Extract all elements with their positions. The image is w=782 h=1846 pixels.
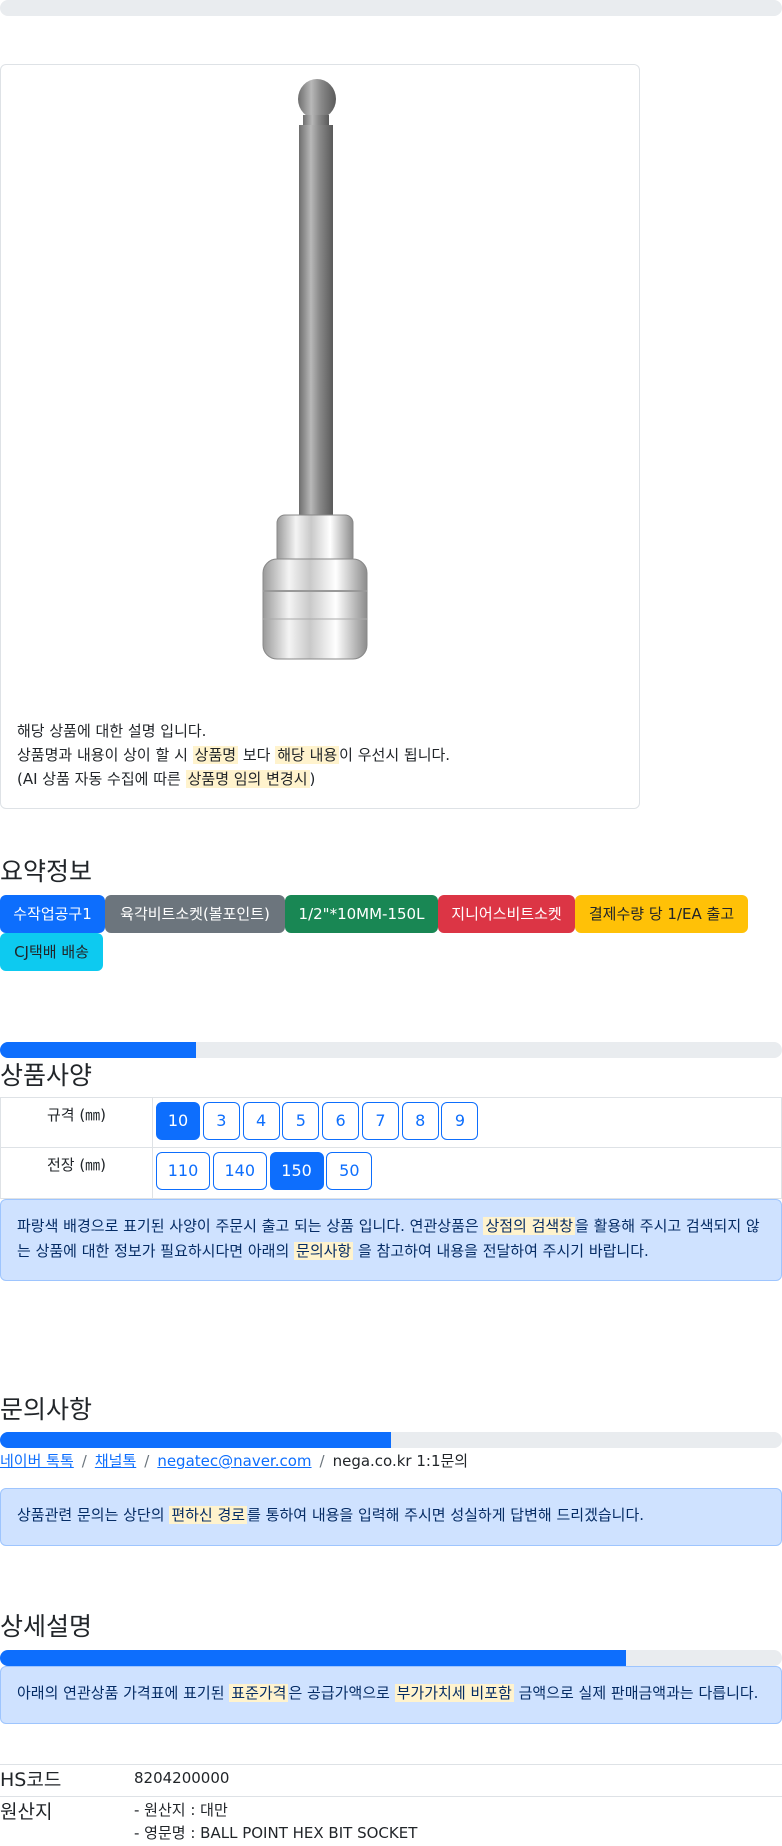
info-row-origin: 원산지 - 원산지 : 대만 - 영문명 : BALL POINT HEX BI… [0,1796,782,1846]
detail-progress-bar [0,1650,782,1666]
spec-notice: 파랑색 배경으로 표기된 사양이 주문시 출고 되는 상품 입니다. 연관상품은… [0,1199,782,1281]
inquiry-notice: 상품관련 문의는 상단의 편하신 경로 를 통하여 내용을 입력해 주시면 성실하… [0,1488,782,1546]
description-line-3: (AI 상품 자동 수집에 따른 상품명 임의 변경시) [17,770,316,788]
info-row-hs-code: HS코드 8204200000 [0,1764,782,1796]
badge-product-type: 육각비트소켓(볼포인트) [105,895,285,933]
hs-code-value: 8204200000 [134,1769,230,1787]
inquiry-channels: 네이버 톡톡 / 채널톡 / negatec@naver.com / nega.co.kr … [0,1450,468,1471]
separator: / [144,1452,150,1470]
origin-country: - 원산지 : 대만 [134,1801,228,1819]
inquiry-site-text: nega.co.kr 1:1문의 [332,1452,469,1470]
highlight-store-search: 상점의 검색창 [483,1217,576,1235]
product-card: 해당 상품에 대한 설명 입니다. 상품명과 내용이 상이 할 시 상품명 보다… [0,64,640,809]
highlight-convenient-route: 편하신 경로 [169,1506,248,1524]
origin-english-name: - 영문명 : BALL POINT HEX BIT SOCKET [134,1824,418,1842]
length-option-50[interactable]: 50 [326,1152,373,1190]
size-options: 10 3 4 5 6 7 8 9 [156,1102,479,1140]
badge-shipping: CJ택배 배송 [0,933,103,971]
link-naver-talktalk[interactable]: 네이버 톡톡 [0,1452,74,1470]
separator: / [319,1452,325,1470]
highlight-product-name: 상품명 [192,746,239,764]
origin-label: 원산지 [0,1801,53,1823]
highlight-name-change: 상품명 임의 변경시 [185,770,310,788]
size-option-5[interactable]: 5 [282,1102,320,1140]
size-option-4[interactable]: 4 [242,1102,280,1140]
detail-notice: 아래의 연관상품 가격표에 표기된 표준가격 은 공급가액으로 부가가치세 비포함… [0,1666,782,1724]
spec-label-length: 전장 (㎜) [1,1148,153,1198]
badge-brand: 지니어스비트소켓 [438,895,575,933]
spec-row-size: 규격 (㎜) 10 3 4 5 6 7 8 9 [0,1097,782,1148]
spec-progress-bar [0,1042,782,1058]
length-options: 110 140 150 50 [156,1152,373,1190]
description-line-2: 상품명과 내용이 상이 할 시 상품명 보다 해당 내용 이 우선시 됩니다. [17,746,451,764]
size-option-7[interactable]: 7 [361,1102,399,1140]
top-progress-bar [0,0,782,16]
separator: / [81,1452,87,1470]
highlight-content: 해당 내용 [275,746,340,764]
spec-title: 상품사양 [0,1061,93,1090]
size-option-3[interactable]: 3 [202,1102,240,1140]
badge-category: 수작업공구1 [0,895,105,933]
description-line-1: 해당 상품에 대한 설명 입니다. [17,722,207,740]
length-option-150[interactable]: 150 [269,1152,324,1190]
inquiry-progress-bar [0,1432,782,1448]
size-option-10[interactable]: 10 [156,1102,200,1140]
summary-title: 요약정보 [0,857,93,886]
origin-value: - 원산지 : 대만 - 영문명 : BALL POINT HEX BIT SO… [134,1799,417,1845]
highlight-vat-excluded: 부가가치세 비포함 [394,1684,514,1702]
detail-title: 상세설명 [0,1612,93,1641]
badge-quantity: 결제수량 당 1/EA 출고 [575,895,748,933]
product-image [262,79,368,660]
length-option-140[interactable]: 140 [212,1152,267,1190]
inquiry-progress-fill [0,1432,391,1448]
size-option-8[interactable]: 8 [401,1102,439,1140]
detail-progress-fill [0,1650,626,1666]
spec-row-length: 전장 (㎜) 110 140 150 50 [0,1148,782,1199]
size-option-9[interactable]: 9 [441,1102,479,1140]
highlight-standard-price: 표준가격 [229,1684,289,1702]
badge-spec: 1/2"*10MM-150L [285,895,438,933]
link-channel-talk[interactable]: 채널톡 [95,1452,136,1470]
link-email[interactable]: negatec@naver.com [157,1452,311,1470]
spec-label-size: 규격 (㎜) [1,1098,153,1147]
size-option-6[interactable]: 6 [322,1102,360,1140]
product-description: 해당 상품에 대한 설명 입니다. 상품명과 내용이 상이 할 시 상품명 보다… [17,719,450,791]
highlight-inquiry: 문의사항 [294,1242,354,1260]
length-option-110[interactable]: 110 [156,1152,210,1190]
inquiry-title: 문의사항 [0,1395,93,1424]
hs-code-label: HS코드 [0,1769,62,1791]
